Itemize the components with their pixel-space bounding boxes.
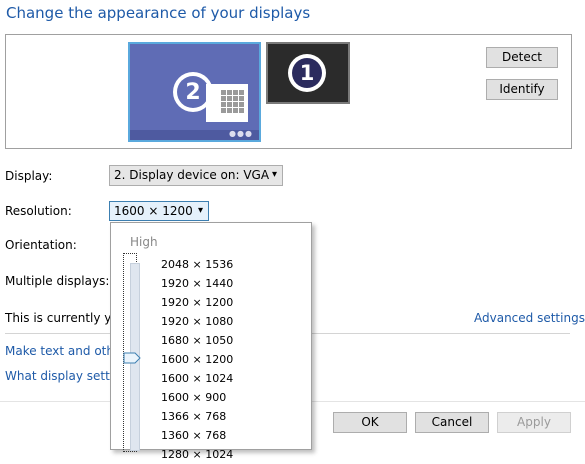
- apply-button[interactable]: Apply: [497, 412, 571, 433]
- resolution-select[interactable]: 1600 × 1200 ▾: [109, 201, 209, 221]
- ok-button[interactable]: OK: [333, 412, 407, 433]
- resolution-option[interactable]: 2048 × 1536: [161, 255, 233, 274]
- resolution-option[interactable]: 1920 × 1440: [161, 274, 233, 293]
- resolution-option[interactable]: 1360 × 768: [161, 426, 233, 445]
- dots-icon: ●●●: [229, 129, 253, 138]
- resolution-options-list: 2048 × 1536 1920 × 1440 1920 × 1200 1920…: [161, 255, 233, 464]
- display-select-value: 2. Display device on: VGA: [114, 168, 270, 182]
- monitor-number-badge: 1: [288, 54, 326, 92]
- resolution-option[interactable]: 1366 × 768: [161, 407, 233, 426]
- monitor-2[interactable]: 2 ●●●: [128, 42, 261, 142]
- cancel-button[interactable]: Cancel: [415, 412, 489, 433]
- multiple-displays-label: Multiple displays:: [5, 274, 110, 288]
- orientation-label: Orientation:: [5, 238, 77, 252]
- status-text: This is currently you: [5, 311, 127, 325]
- resolution-option[interactable]: 1280 × 1024: [161, 445, 233, 464]
- monitor-1[interactable]: 1: [266, 42, 350, 104]
- resolution-dropdown: High 2048 × 1536 1920 × 1440 1920 × 1200…: [110, 222, 312, 461]
- page-title: Change the appearance of your displays: [6, 4, 311, 22]
- make-text-link[interactable]: Make text and other: [5, 344, 126, 358]
- advanced-settings-link[interactable]: Advanced settings: [474, 311, 585, 325]
- display-select[interactable]: 2. Display device on: VGA ▾: [109, 165, 283, 186]
- taskbar: ●●●: [130, 129, 259, 140]
- identify-button[interactable]: Identify: [486, 79, 558, 100]
- resolution-option[interactable]: 1920 × 1080: [161, 312, 233, 331]
- slider-thumb-icon[interactable]: [123, 352, 141, 364]
- resolution-select-value: 1600 × 1200: [114, 204, 193, 218]
- monitor-number: 1: [292, 58, 322, 88]
- detect-button[interactable]: Detect: [486, 47, 558, 68]
- slider-high-label: High: [130, 235, 158, 249]
- resolution-label: Resolution:: [5, 204, 72, 218]
- resolution-option-selected[interactable]: 1600 × 1200: [161, 350, 233, 369]
- resolution-option[interactable]: 1920 × 1200: [161, 293, 233, 312]
- monitor-number: 2: [177, 76, 209, 108]
- display-label: Display:: [5, 169, 53, 183]
- chevron-down-icon: ▾: [271, 169, 277, 180]
- resolution-option[interactable]: 1600 × 900: [161, 388, 233, 407]
- resolution-option[interactable]: 1680 × 1050: [161, 331, 233, 350]
- chevron-down-icon: ▾: [197, 205, 203, 216]
- start-screen-icon: [206, 84, 248, 122]
- resolution-option[interactable]: 1600 × 1024: [161, 369, 233, 388]
